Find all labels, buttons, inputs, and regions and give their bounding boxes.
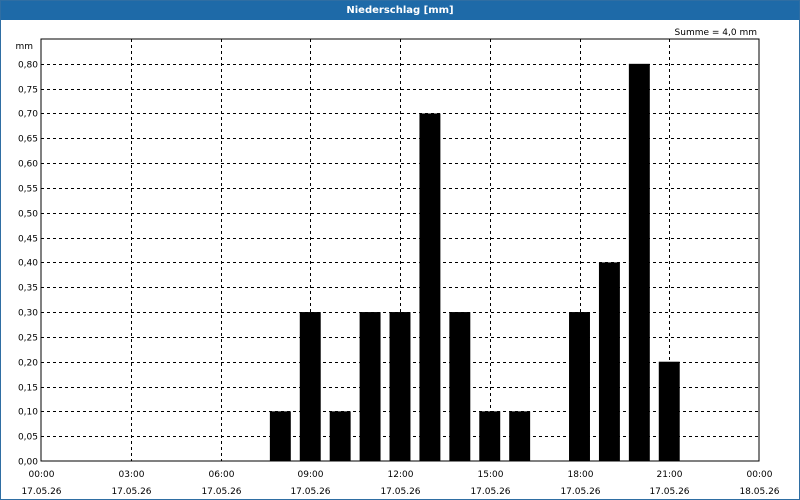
bar [598,262,620,461]
bar [329,411,351,461]
precipitation-chart: 0,00 0,05 0,10 0,15 0,20 0,25 0,30 0,35 0,40 0,45… [15,28,779,497]
y-tick-label: 0,65 [18,135,38,145]
y-tick-label: 0,20 [18,359,38,369]
chart-window: Niederschlag [mm] 0,00 0,05 0,10 0,15 0,20 0,… [0,0,800,500]
y-tick-label: 0,15 [18,384,38,394]
x-tick-date-label: 17.05.26 [290,487,330,497]
x-tick-time-label: 09:00 [298,470,324,480]
y-tick-label: 0,00 [18,458,38,468]
bar [359,312,381,461]
y-tick-label: 0,55 [18,185,38,195]
x-tick-date-label: 17.05.26 [111,487,151,497]
x-tick-date-label: 17.05.26 [470,487,510,497]
y-tick-label: 0,05 [18,433,38,443]
bar [299,312,321,461]
x-tick-time-label: 21:00 [657,470,683,480]
y-tick-label: 0,40 [18,259,38,269]
y-tick-label: 0,60 [18,160,38,170]
y-tick-label: 0,25 [18,334,38,344]
x-tick-time-label: 06:00 [209,470,235,480]
bar [628,63,650,462]
y-axis-label: mm [15,42,33,52]
y-tick-label: 0,45 [18,235,38,245]
bar [389,312,411,461]
x-tick-date-label: 17.05.26 [560,487,600,497]
x-tick-time-label: 18:00 [568,470,594,480]
x-tick-date-label: 17.05.26 [21,487,61,497]
x-tick-time-label: 03:00 [119,470,145,480]
bar [479,411,501,461]
y-tick-label: 0,30 [18,309,38,319]
y-tick-label: 0,75 [18,86,38,96]
x-tick-date-label: 18.05.26 [739,487,779,497]
y-tick-label: 0,10 [18,408,38,418]
x-tick-date-label: 17.05.26 [201,487,241,497]
bar [269,411,291,461]
x-tick-time-label: 12:00 [388,470,414,480]
bar [449,312,471,461]
y-tick-label: 0,80 [18,61,38,71]
y-tick-label: 0,35 [18,284,38,294]
bar [509,411,531,461]
x-tick-time-label: 00:00 [29,470,55,480]
bar [569,312,590,461]
bar [658,361,680,461]
y-tick-label: 0,70 [18,110,38,120]
x-tick-time-label: 00:00 [747,470,773,480]
x-tick-date-label: 17.05.26 [649,487,689,497]
bar [419,113,441,462]
sum-annotation: Summe = 4,0 mm [675,28,757,38]
y-tick-label: 0,50 [18,210,38,220]
x-tick-time-label: 15:00 [478,470,504,480]
x-tick-date-label: 17.05.26 [380,487,420,497]
